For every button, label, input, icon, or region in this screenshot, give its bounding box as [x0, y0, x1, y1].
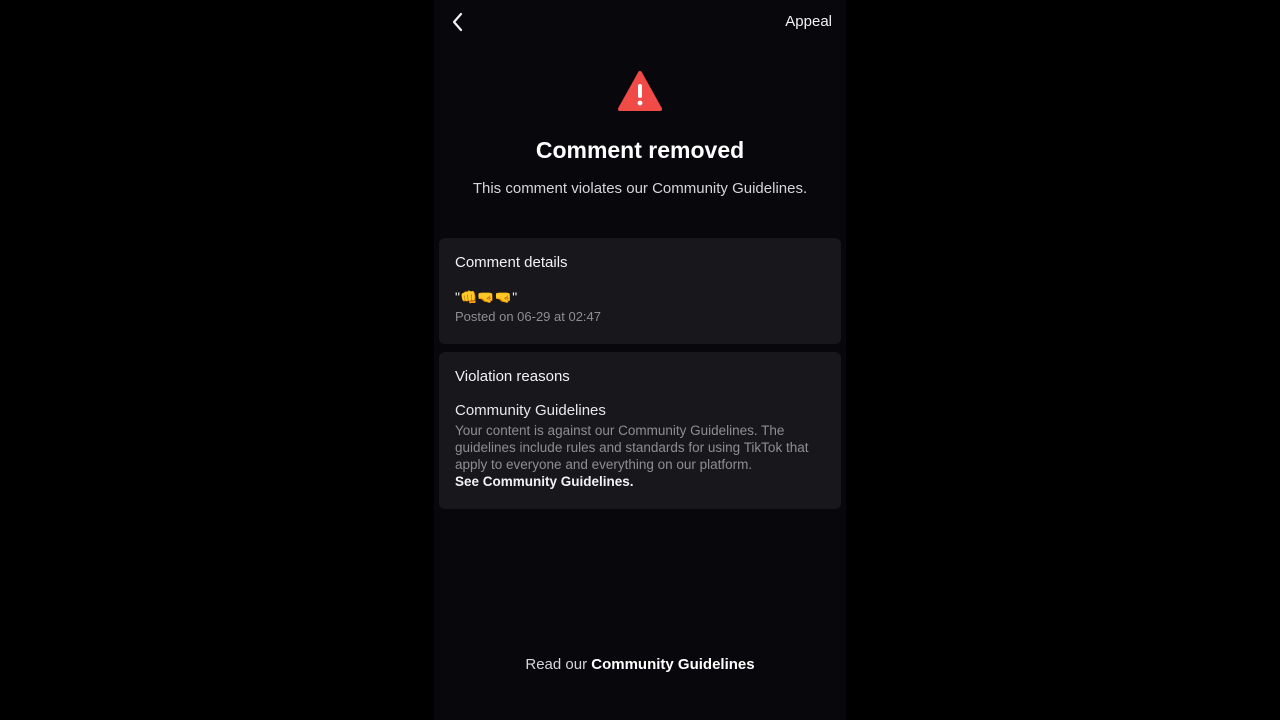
- page-subtitle: This comment violates our Community Guid…: [472, 180, 808, 197]
- back-button[interactable]: [444, 8, 472, 36]
- app-screen: Appeal Comment removed This comment viol…: [434, 0, 846, 720]
- comment-text: "👊🤜🤜": [455, 289, 518, 305]
- page-title: Comment removed: [535, 137, 745, 163]
- warning-triangle-icon: [618, 71, 662, 111]
- violation-reasons-heading: Violation reasons: [455, 368, 570, 385]
- see-guidelines-link[interactable]: See Community Guidelines.: [455, 473, 825, 490]
- chevron-left-icon: [452, 12, 463, 32]
- reason-title: Community Guidelines: [455, 402, 606, 419]
- comment-details-heading: Comment details: [455, 254, 568, 271]
- footer-prefix: Read our: [525, 656, 588, 673]
- top-bar: Appeal: [434, 0, 846, 46]
- violation-reasons-card: Violation reasons Community Guidelines Y…: [439, 352, 841, 509]
- footer-note: Read our Community Guidelines: [434, 656, 846, 673]
- comment-details-card: Comment details "👊🤜🤜" Posted on 06-29 at…: [439, 238, 841, 344]
- posted-timestamp: Posted on 06-29 at 02:47: [455, 309, 602, 324]
- footer-guidelines-link[interactable]: Community Guidelines: [591, 656, 754, 673]
- appeal-button[interactable]: Appeal: [785, 13, 832, 30]
- reason-description: Your content is against our Community Gu…: [455, 423, 809, 472]
